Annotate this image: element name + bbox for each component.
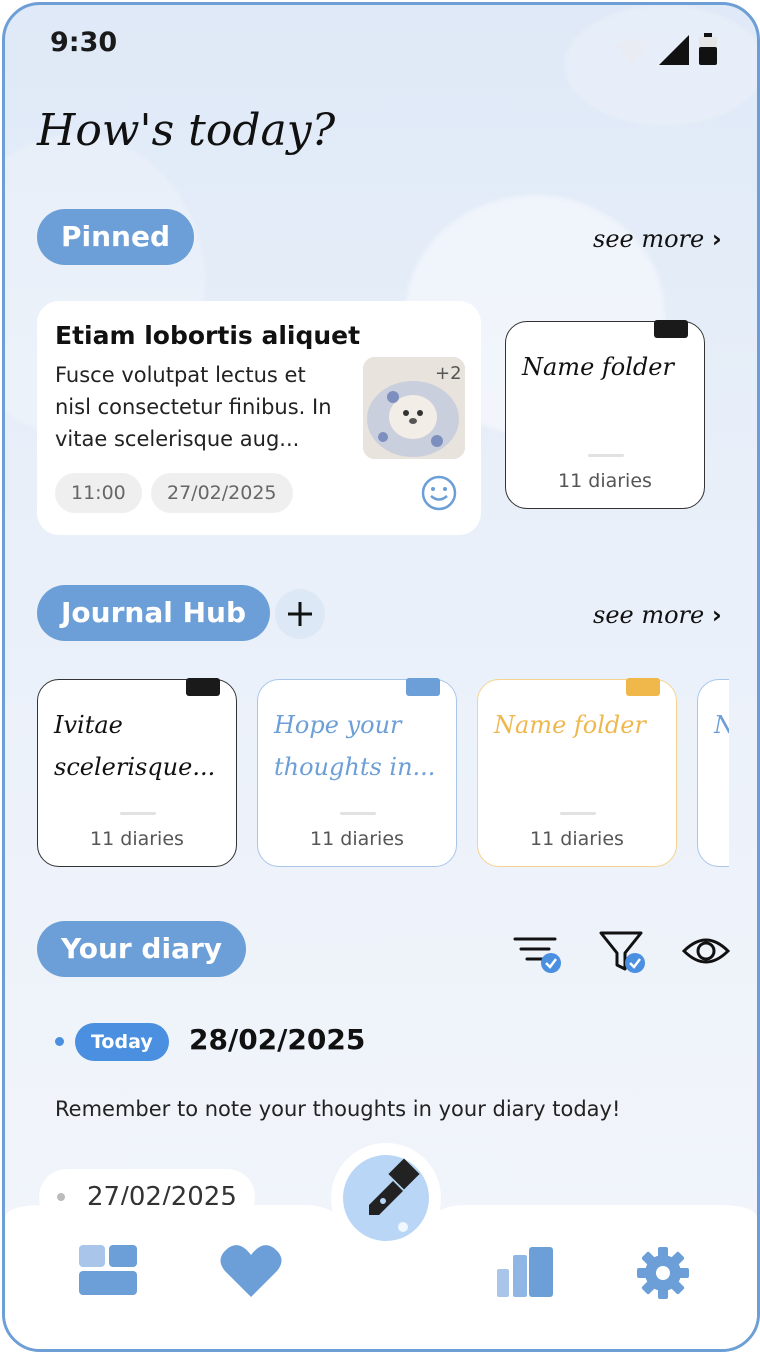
add-journal-button[interactable]	[275, 589, 325, 639]
folder-tab	[626, 678, 660, 696]
page-title: How's today?	[37, 105, 336, 156]
plus-icon	[288, 602, 312, 626]
folder-tab	[406, 678, 440, 696]
note-date-chip: 27/02/2025	[151, 473, 293, 513]
folder-name: Name folder	[522, 353, 674, 381]
folder-divider	[340, 812, 376, 815]
app-screen: 9:30 How's today? Pinned see more › Etia…	[2, 2, 760, 1352]
folder-count: 11 diaries	[310, 828, 404, 850]
see-more-label: see more	[593, 601, 705, 629]
settings-icon[interactable]	[635, 1245, 691, 1301]
today-date: 28/02/2025	[189, 1023, 366, 1056]
signal-icon	[659, 35, 689, 65]
folder-name: N	[714, 704, 729, 746]
today-badge: Today	[75, 1023, 169, 1061]
wifi-icon	[615, 39, 649, 65]
pinned-note-card[interactable]: Etiam lobortis aliquet Fusce volutpat le…	[37, 301, 481, 535]
pinned-section-label: Pinned	[37, 209, 195, 265]
folder-count: 11 diaries	[530, 828, 624, 850]
chevron-right-icon: ›	[711, 225, 722, 253]
diary-reminder-text: Remember to note your thoughts in your d…	[55, 1097, 621, 1121]
funnel-filter-icon[interactable]	[597, 927, 653, 977]
journal-folder-card[interactable]: N	[697, 679, 729, 867]
extra-photos-count: +2	[435, 363, 462, 384]
journal-folder-card[interactable]: Ivitae scelerisque... 11 diaries	[37, 678, 237, 867]
journal-hub-section-label: Journal Hub	[37, 585, 270, 641]
folder-count: 11 diaries	[558, 470, 652, 492]
note-title: Etiam lobortis aliquet	[55, 321, 361, 350]
pen-icon	[369, 1158, 420, 1232]
folder-divider	[560, 812, 596, 815]
chevron-right-icon: ›	[711, 601, 722, 629]
fab-circle	[343, 1155, 429, 1241]
pinned-folder-card[interactable]: Name folder 11 diaries	[505, 320, 705, 509]
journal-hub-carousel[interactable]: Ivitae scelerisque... 11 diaries Hope yo…	[5, 665, 729, 885]
folder-name: Name folder	[494, 711, 646, 739]
status-icons	[615, 33, 717, 65]
folder-divider	[120, 812, 156, 815]
note-body: Fusce volutpat lectus et nisl consectetu…	[55, 363, 332, 451]
folder-name: Hope your thoughts in...	[274, 711, 436, 781]
see-more-label: see more	[593, 225, 705, 253]
status-time: 9:30	[50, 27, 118, 58]
folder-tab	[654, 320, 688, 338]
journal-folder-card[interactable]: Hope your thoughts in... 11 diaries	[257, 678, 457, 867]
grid-icon[interactable]	[77, 1243, 139, 1297]
folder-divider	[588, 454, 624, 457]
battery-icon	[699, 33, 717, 65]
background-decoration	[565, 5, 757, 125]
stats-icon[interactable]	[495, 1245, 555, 1299]
heart-icon[interactable]	[219, 1241, 283, 1299]
folder-count: 11 diaries	[90, 828, 184, 850]
eye-icon[interactable]	[681, 929, 731, 973]
new-entry-button[interactable]	[331, 1143, 441, 1253]
folder-name: Ivitae scelerisque...	[54, 711, 216, 781]
timeline-dot	[55, 1037, 64, 1046]
your-diary-section-label: Your diary	[37, 921, 247, 977]
smiley-mood-icon[interactable]	[419, 473, 459, 513]
journal-folder-card[interactable]: Name folder 11 diaries	[477, 678, 677, 867]
sort-filter-icon[interactable]	[511, 929, 567, 977]
journal-hub-see-more-link[interactable]: see more ›	[593, 601, 722, 629]
note-time-chip: 11:00	[55, 473, 142, 513]
folder-tab	[186, 678, 220, 696]
pinned-see-more-link[interactable]: see more ›	[593, 225, 722, 253]
